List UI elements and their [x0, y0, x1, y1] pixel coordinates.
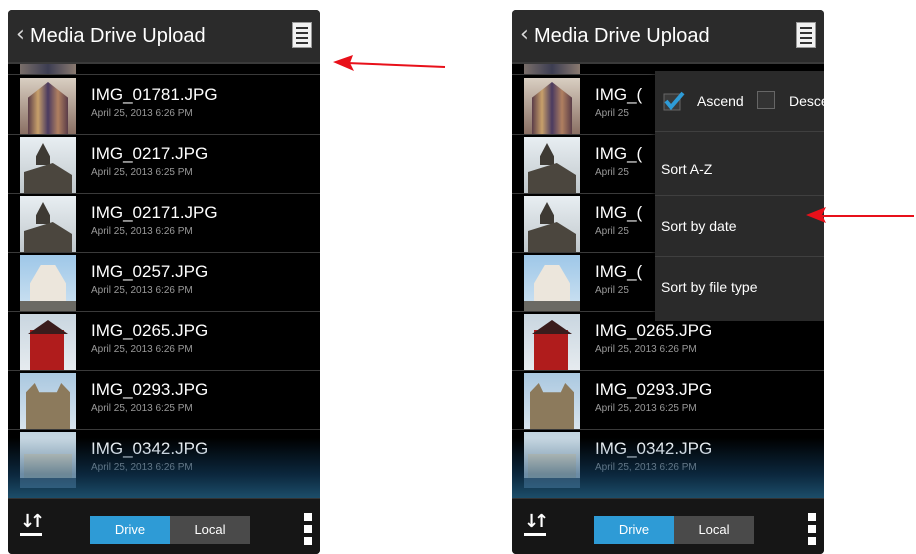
descend-label: Descend — [789, 93, 824, 109]
file-date: April 25, 2013 6:26 PM — [595, 462, 697, 473]
overflow-menu-icon[interactable] — [304, 513, 312, 545]
sort-order-row: Ascend Descend — [655, 71, 824, 132]
file-thumbnail — [20, 314, 76, 370]
drive-tab[interactable]: Drive — [90, 516, 170, 544]
sort-by-date-label: Sort by date — [661, 218, 737, 234]
ascend-checkbox[interactable] — [663, 91, 685, 111]
overflow-menu-icon[interactable] — [808, 513, 816, 545]
file-name: IMG_0217.JPG — [91, 144, 209, 163]
file-thumbnail — [524, 255, 580, 311]
file-date: April 25, 2013 6:26 PM — [91, 344, 193, 355]
file-date: April 25, 2013 6:26 PM — [91, 226, 193, 237]
descend-checkbox[interactable] — [757, 91, 775, 109]
file-date: April 25 — [595, 226, 629, 237]
check-icon — [663, 91, 685, 111]
upload-icon[interactable]: ↓ ↑ — [524, 513, 549, 539]
file-date: April 25, 2013 6:26 PM — [91, 285, 193, 296]
file-row[interactable]: IMG_0265.JPG April 25, 2013 6:26 PM — [8, 312, 320, 371]
file-name: IMG_( — [595, 203, 643, 222]
back-chevron-icon[interactable]: ‹ — [16, 23, 25, 47]
partial-thumbnail — [524, 64, 580, 74]
file-list: IMG_01781.JPG April 25, 2013 6:26 PM IMG_0… — [8, 64, 320, 498]
file-name: IMG_02171.JPG — [91, 203, 218, 222]
file-row[interactable]: IMG_0217.JPG April 25, 2013 6:25 PM — [8, 135, 320, 194]
file-name: IMG_0265.JPG — [595, 321, 713, 340]
file-row[interactable]: IMG_0342.JPG April 25, 2013 6:26 PM — [8, 430, 320, 488]
file-thumbnail — [524, 196, 580, 252]
file-row[interactable]: IMG_02171.JPG April 25, 2013 6:26 PM — [8, 194, 320, 253]
bottom-bar: ↓ ↑ Drive Local — [8, 498, 320, 554]
left-screen: ‹ Media Drive Upload IMG_01781.JPG April … — [8, 10, 320, 554]
file-thumbnail — [20, 373, 76, 429]
sort-a-z-item[interactable]: Sort A-Z — [655, 135, 824, 196]
file-thumbnail — [524, 137, 580, 193]
partial-thumbnail — [20, 64, 76, 74]
annotation-arrow-left — [333, 55, 446, 71]
upload-icon[interactable]: ↓ ↑ — [20, 513, 45, 539]
file-row[interactable]: IMG_0342.JPG April 25, 2013 6:26 PM — [512, 430, 824, 488]
file-thumbnail — [524, 314, 580, 370]
file-thumbnail — [524, 373, 580, 429]
file-date: April 25, 2013 6:25 PM — [595, 403, 697, 414]
sort-menu-icon[interactable] — [796, 22, 816, 48]
file-date: April 25 — [595, 108, 629, 119]
row-divider — [8, 74, 320, 75]
right-screen: ‹ Media Drive Upload IMG_( April 25 IMG_( A… — [512, 10, 824, 554]
sort-menu-icon[interactable] — [292, 22, 312, 48]
app-bar: ‹ Media Drive Upload — [512, 10, 824, 64]
file-thumbnail — [20, 196, 76, 252]
file-date: April 25, 2013 6:26 PM — [595, 344, 697, 355]
file-row[interactable]: IMG_0257.JPG April 25, 2013 6:26 PM — [8, 253, 320, 312]
file-row[interactable]: IMG_01781.JPG April 25, 2013 6:26 PM — [8, 76, 320, 135]
back-chevron-icon[interactable]: ‹ — [520, 23, 529, 47]
drive-tab[interactable]: Drive — [594, 516, 674, 544]
file-date: April 25, 2013 6:26 PM — [91, 108, 193, 119]
app-bar: ‹ Media Drive Upload — [8, 10, 320, 64]
file-name: IMG_0293.JPG — [595, 380, 713, 399]
file-name: IMG_0257.JPG — [91, 262, 209, 281]
file-thumbnail — [524, 432, 580, 488]
file-name: IMG_0342.JPG — [91, 439, 209, 458]
file-date: April 25 — [595, 285, 629, 296]
file-name: IMG_( — [595, 262, 643, 281]
file-date: April 25, 2013 6:26 PM — [91, 462, 193, 473]
file-thumbnail — [20, 255, 76, 311]
file-name: IMG_01781.JPG — [91, 85, 218, 104]
file-thumbnail — [20, 137, 76, 193]
file-thumbnail — [20, 432, 76, 488]
ascend-label: Ascend — [697, 93, 744, 109]
file-name: IMG_( — [595, 85, 643, 104]
local-tab[interactable]: Local — [170, 516, 250, 544]
sort-by-file-type-item[interactable]: Sort by file type — [655, 257, 824, 317]
file-thumbnail — [20, 78, 76, 134]
file-thumbnail — [524, 78, 580, 134]
file-name: IMG_0293.JPG — [91, 380, 209, 399]
file-date: April 25 — [595, 167, 629, 178]
sort-by-date-item[interactable]: Sort by date — [655, 196, 824, 257]
sort-by-file-type-label: Sort by file type — [661, 279, 758, 295]
file-row[interactable]: IMG_0293.JPG April 25, 2013 6:25 PM — [512, 371, 824, 430]
bottom-bar: ↓ ↑ Drive Local — [512, 498, 824, 554]
file-row[interactable]: IMG_0293.JPG April 25, 2013 6:25 PM — [8, 371, 320, 430]
file-date: April 25, 2013 6:25 PM — [91, 403, 193, 414]
sort-dropdown: Ascend Descend Sort A-Z Sort by date Sor… — [655, 71, 824, 321]
app-title: Media Drive Upload — [534, 25, 710, 47]
file-name: IMG_( — [595, 144, 643, 163]
file-date: April 25, 2013 6:25 PM — [91, 167, 193, 178]
file-name: IMG_0265.JPG — [91, 321, 209, 340]
sort-a-z-label: Sort A-Z — [661, 161, 713, 177]
file-name: IMG_0342.JPG — [595, 439, 713, 458]
annotation-arrow-right — [806, 207, 914, 223]
app-title: Media Drive Upload — [30, 25, 206, 47]
local-tab[interactable]: Local — [674, 516, 754, 544]
